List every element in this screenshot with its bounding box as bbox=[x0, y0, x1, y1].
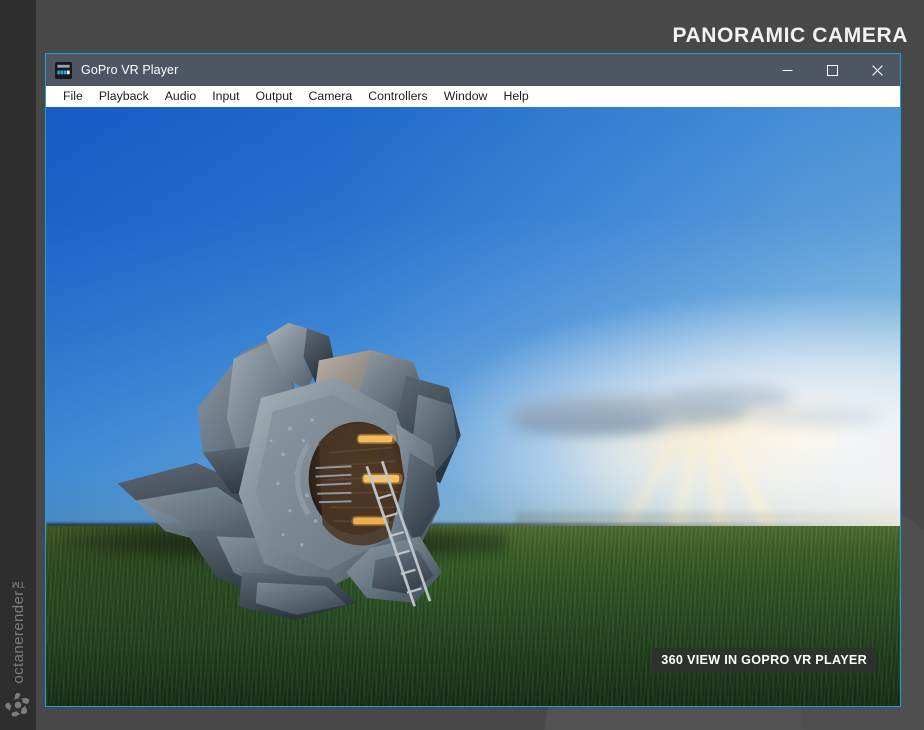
window-title: GoPro VR Player bbox=[81, 63, 179, 77]
page-title: PANORAMIC CAMERA bbox=[672, 24, 908, 47]
octane-brand-label: octanerender™ bbox=[9, 573, 27, 684]
screenshot-root: octanerender™ PANORAMIC CAMERA GoPro VR … bbox=[0, 0, 924, 730]
video-viewport[interactable]: 360 VIEW IN GOPRO VR PLAYER bbox=[46, 107, 900, 706]
maximize-icon bbox=[827, 64, 838, 76]
menubar: File Playback Audio Input Output Camera … bbox=[46, 86, 900, 107]
menu-item-playback[interactable]: Playback bbox=[91, 86, 157, 107]
octane-fan-logo-icon bbox=[3, 688, 33, 722]
panoramic-scene bbox=[46, 107, 900, 706]
menu-item-window[interactable]: Window bbox=[436, 86, 496, 107]
menu-item-output[interactable]: Output bbox=[248, 86, 301, 107]
window-titlebar[interactable]: GoPro VR Player bbox=[46, 54, 900, 86]
menu-item-help[interactable]: Help bbox=[495, 86, 536, 107]
menu-item-input[interactable]: Input bbox=[204, 86, 247, 107]
sky bbox=[46, 107, 900, 527]
close-button[interactable] bbox=[855, 54, 900, 86]
left-sidebar: octanerender™ bbox=[0, 0, 36, 730]
gopro-app-icon bbox=[46, 61, 81, 79]
video-caption-badge: 360 VIEW IN GOPRO VR PLAYER bbox=[652, 648, 876, 673]
grass-field bbox=[46, 526, 900, 706]
menu-item-file[interactable]: File bbox=[55, 86, 91, 107]
window-controls bbox=[765, 54, 900, 86]
minimize-icon bbox=[782, 65, 793, 76]
menu-item-controllers[interactable]: Controllers bbox=[360, 86, 435, 107]
menu-item-camera[interactable]: Camera bbox=[300, 86, 360, 107]
maximize-button[interactable] bbox=[810, 54, 855, 86]
menu-item-audio[interactable]: Audio bbox=[157, 86, 204, 107]
close-icon bbox=[872, 64, 883, 76]
gopro-vr-player-window: GoPro VR Player File Playback Audio Inpu… bbox=[45, 53, 901, 707]
octane-brand: octanerender™ bbox=[0, 573, 36, 722]
minimize-button[interactable] bbox=[765, 54, 810, 86]
